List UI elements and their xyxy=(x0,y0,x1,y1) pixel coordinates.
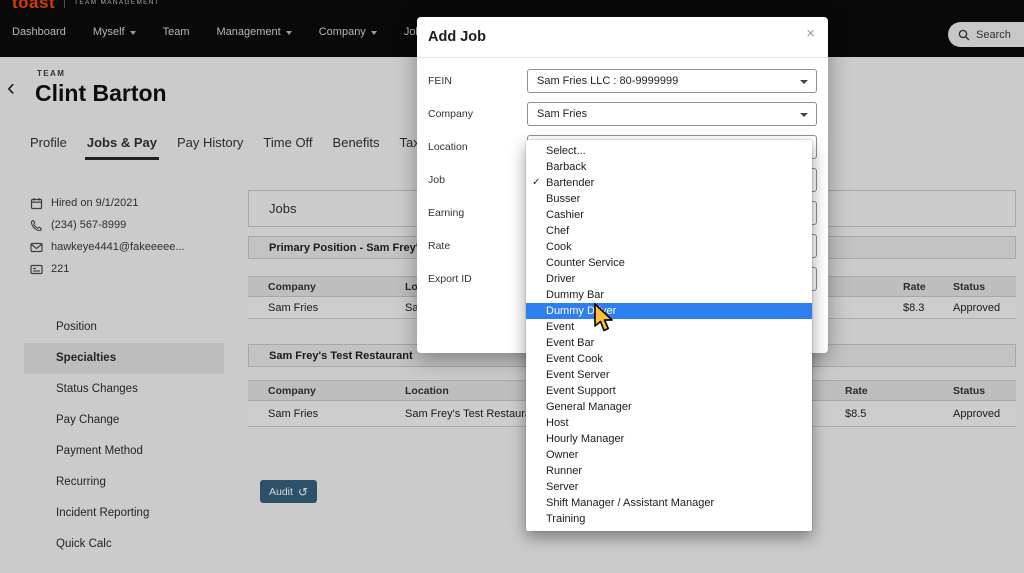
dropdown-option-event-support[interactable]: Event Support xyxy=(526,383,812,399)
field-label: Job xyxy=(428,168,445,192)
dropdown-option-cashier[interactable]: Cashier xyxy=(526,207,812,223)
option-label: Event Cook xyxy=(546,353,603,365)
option-label: Server xyxy=(546,481,578,493)
field-label: Company xyxy=(428,102,473,126)
chevron-down-icon xyxy=(800,80,808,84)
option-label: Busser xyxy=(546,193,580,205)
dropdown-option-driver[interactable]: Driver xyxy=(526,271,812,287)
option-label: Cashier xyxy=(546,209,584,221)
option-label: Hourly Manager xyxy=(546,433,624,445)
dropdown-option-event-server[interactable]: Event Server xyxy=(526,367,812,383)
dropdown-option-counter-service[interactable]: Counter Service xyxy=(526,255,812,271)
modal-divider xyxy=(417,57,828,58)
option-label: Shift Manager / Assistant Manager xyxy=(546,497,714,509)
select-value: Sam Fries xyxy=(537,103,587,125)
dropdown-option-server[interactable]: Server xyxy=(526,479,812,495)
option-label: Counter Service xyxy=(546,257,625,269)
dropdown-option-chef[interactable]: Chef xyxy=(526,223,812,239)
dropdown-option-busser[interactable]: Busser xyxy=(526,191,812,207)
option-label: Host xyxy=(546,417,569,429)
option-label: Bartender xyxy=(546,177,594,189)
dropdown-option-cook[interactable]: Cook xyxy=(526,239,812,255)
option-label: Cook xyxy=(546,241,572,253)
field-label: FEIN xyxy=(428,69,452,93)
dropdown-option-event[interactable]: Event xyxy=(526,319,812,335)
option-label: Chef xyxy=(546,225,569,237)
option-label: Event Bar xyxy=(546,337,594,349)
dropdown-option-shift-manager[interactable]: Shift Manager / Assistant Manager xyxy=(526,495,812,511)
close-icon[interactable]: × xyxy=(806,25,815,42)
check-icon: ✓ xyxy=(532,175,540,191)
option-label: Owner xyxy=(546,449,578,461)
field-label: Rate xyxy=(428,234,450,258)
option-label: Event Support xyxy=(546,385,616,397)
dropdown-option-hourly-manager[interactable]: Hourly Manager xyxy=(526,431,812,447)
dropdown-option-select[interactable]: Select... xyxy=(526,143,812,159)
dropdown-option-event-cook[interactable]: Event Cook xyxy=(526,351,812,367)
screen: toast TEAM MANAGEMENT Dashboard Myself T… xyxy=(0,0,1024,573)
option-label: General Manager xyxy=(546,401,632,413)
dropdown-option-host[interactable]: Host xyxy=(526,415,812,431)
dropdown-option-barback[interactable]: Barback xyxy=(526,159,812,175)
field-label: Location xyxy=(428,135,468,159)
field-row-company: Company Sam Fries xyxy=(417,102,828,126)
dropdown-option-bartender[interactable]: ✓ Bartender xyxy=(526,175,812,191)
chevron-down-icon xyxy=(800,113,808,117)
option-label: Event xyxy=(546,321,574,333)
company-select[interactable]: Sam Fries xyxy=(527,102,817,126)
field-row-fein: FEIN Sam Fries LLC : 80-9999999 xyxy=(417,69,828,93)
option-label: Barback xyxy=(546,161,586,173)
dropdown-option-runner[interactable]: Runner xyxy=(526,463,812,479)
option-label: Driver xyxy=(546,273,575,285)
job-dropdown-list: Select... Barback ✓ Bartender Busser Cash… xyxy=(526,140,812,531)
option-label: Select... xyxy=(546,145,586,157)
option-label: Dummy Bar xyxy=(546,289,604,301)
dropdown-option-training[interactable]: Training xyxy=(526,511,812,527)
dropdown-option-dummy-driver[interactable]: Dummy Driver xyxy=(526,303,812,319)
field-label: Earning xyxy=(428,201,464,225)
dropdown-option-owner[interactable]: Owner xyxy=(526,447,812,463)
mouse-cursor-icon xyxy=(593,303,615,333)
dropdown-option-general-manager[interactable]: General Manager xyxy=(526,399,812,415)
select-value: Sam Fries LLC : 80-9999999 xyxy=(537,70,678,92)
modal-title: Add Job xyxy=(428,29,486,45)
option-label: Training xyxy=(546,513,585,525)
dropdown-option-dummy-bar[interactable]: Dummy Bar xyxy=(526,287,812,303)
dropdown-option-event-bar[interactable]: Event Bar xyxy=(526,335,812,351)
option-label: Event Server xyxy=(546,369,610,381)
option-label: Runner xyxy=(546,465,582,477)
fein-select[interactable]: Sam Fries LLC : 80-9999999 xyxy=(527,69,817,93)
field-label: Export ID xyxy=(428,267,472,291)
